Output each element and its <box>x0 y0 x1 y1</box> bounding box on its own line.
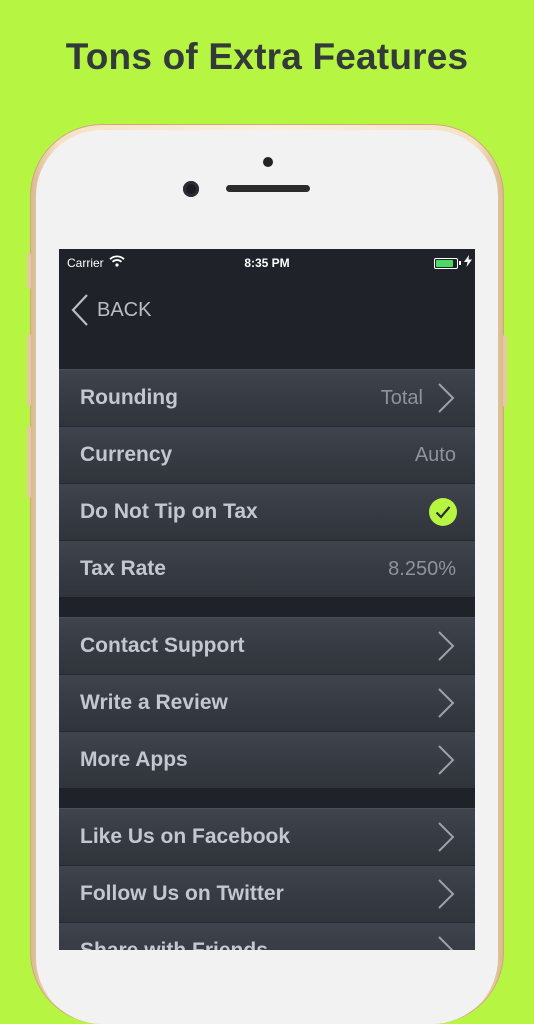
chevron-right-icon <box>438 879 455 909</box>
twitter-label: Follow Us on Twitter <box>80 882 284 905</box>
rounding-row[interactable]: Rounding Total <box>59 369 475 426</box>
volume-down-button <box>27 426 31 498</box>
rounding-label: Rounding <box>80 386 178 409</box>
share-label: Share with Friends <box>80 939 268 950</box>
status-bar: Carrier 8:35 PM <box>59 249 475 277</box>
checkmark-icon[interactable] <box>429 498 457 526</box>
chevron-right-icon <box>438 383 455 413</box>
tax-rate-label: Tax Rate <box>80 557 166 580</box>
write-review-row[interactable]: Write a Review <box>59 674 475 731</box>
currency-label: Currency <box>80 443 173 466</box>
rounding-value: Total <box>380 387 423 409</box>
write-review-label: Write a Review <box>80 691 228 714</box>
facebook-row[interactable]: Like Us on Facebook <box>59 808 475 865</box>
tip-on-tax-row[interactable]: Do Not Tip on Tax <box>59 483 475 540</box>
chevron-right-icon <box>438 688 455 718</box>
currency-row[interactable]: Currency Auto <box>59 426 475 483</box>
more-apps-row[interactable]: More Apps <box>59 731 475 788</box>
share-row[interactable]: Share with Friends <box>59 922 475 950</box>
tax-rate-value: 8.250% <box>388 558 456 580</box>
front-camera-icon <box>183 181 199 197</box>
chevron-right-icon <box>438 631 455 661</box>
chevron-left-icon <box>71 294 88 326</box>
status-time: 8:35 PM <box>244 256 290 270</box>
back-button[interactable]: BACK <box>71 293 151 327</box>
battery-tip <box>459 261 461 265</box>
settings-list: Rounding Total Currency Auto Do Not Tip … <box>59 369 475 950</box>
navigation-bar: BACK <box>59 277 475 371</box>
twitter-row[interactable]: Follow Us on Twitter <box>59 865 475 922</box>
charging-bolt-icon <box>464 255 472 270</box>
tax-rate-row[interactable]: Tax Rate 8.250% <box>59 540 475 597</box>
currency-value: Auto <box>414 444 456 466</box>
headline: Tons of Extra Features <box>65 36 469 77</box>
chevron-right-icon <box>438 822 455 852</box>
proximity-sensor <box>263 157 273 167</box>
power-button <box>503 335 507 407</box>
mute-switch <box>27 253 31 289</box>
chevron-right-icon <box>438 936 454 950</box>
app-screen: Carrier 8:35 PM BACK Rounding Total Curr… <box>59 249 475 950</box>
tip-on-tax-label: Do Not Tip on Tax <box>80 500 258 523</box>
chevron-right-icon <box>438 745 455 775</box>
contact-support-label: Contact Support <box>80 634 245 657</box>
contact-support-row[interactable]: Contact Support <box>59 617 475 674</box>
battery-icon <box>434 258 458 269</box>
earpiece-speaker <box>226 185 310 192</box>
section-divider <box>59 788 475 808</box>
facebook-label: Like Us on Facebook <box>80 825 291 848</box>
volume-up-button <box>27 334 31 406</box>
back-label: BACK <box>97 298 152 321</box>
more-apps-label: More Apps <box>80 748 188 771</box>
section-divider <box>59 597 475 617</box>
